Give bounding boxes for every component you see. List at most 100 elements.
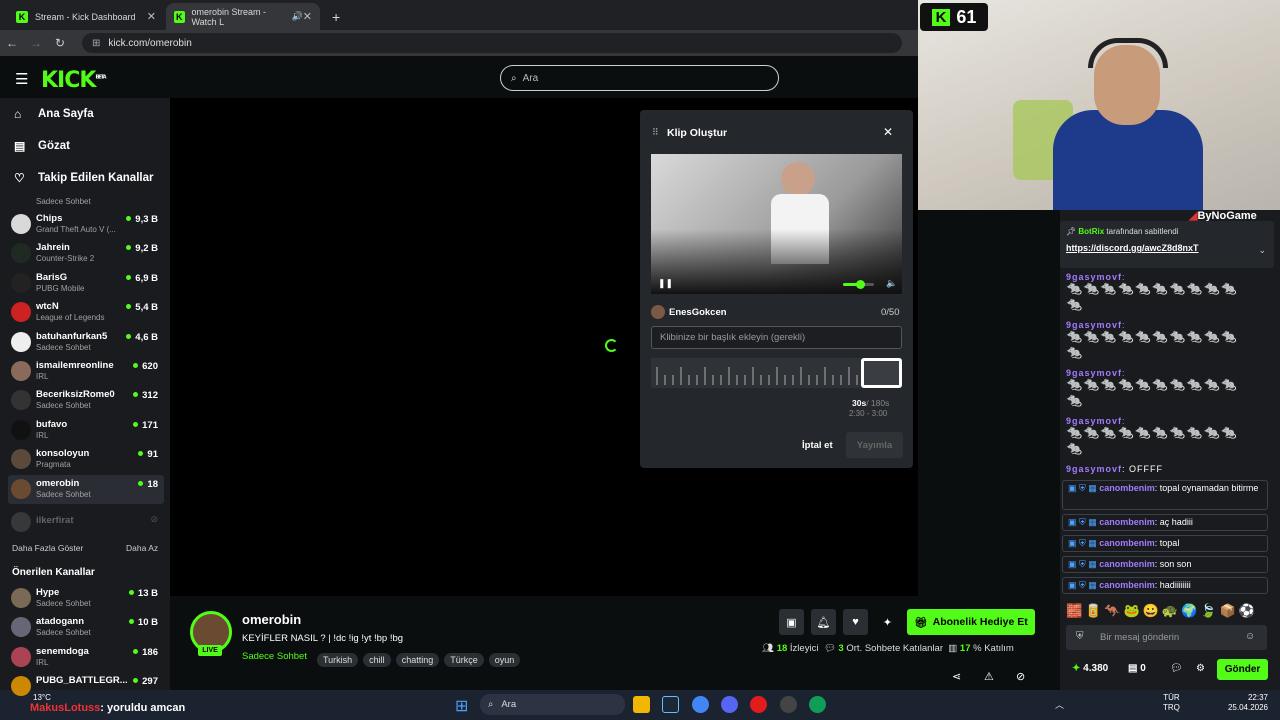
app-icon[interactable] <box>780 696 797 713</box>
nav-following[interactable]: ♡ Takip Edilen Kanallar <box>14 171 153 185</box>
language-indicator[interactable]: TÜR TRQ <box>1163 693 1180 713</box>
share-icon[interactable]: ⋖ <box>952 670 961 683</box>
close-tab-icon[interactable]: ✕ <box>303 10 312 23</box>
sidebar-channel[interactable]: PUBG_BATTLEGR... 297 <box>8 672 164 701</box>
clock[interactable]: 22:37 25.04.2026 <box>1222 693 1268 713</box>
chrome-icon[interactable] <box>692 696 709 713</box>
chat-line: 9gasymovf: OFFFF <box>1066 461 1163 477</box>
sidebar-channel[interactable]: Hype Sadece Sohbet 13 B <box>8 584 164 613</box>
gear-icon[interactable]: ⚙ <box>1196 663 1205 674</box>
chat-username[interactable]: canombenim <box>1099 580 1155 590</box>
emote-bar[interactable]: 🧱🥫🦘🐸😀🐢🌍🍃📦⚽ <box>1066 603 1258 619</box>
sparkle-icon[interactable]: ✦ <box>875 609 900 635</box>
stream-tag[interactable]: Turkish <box>317 653 359 667</box>
stream-tag[interactable]: Türkçe <box>444 653 484 667</box>
sidebar-channel[interactable]: atadogann Sadece Sohbet 10 B <box>8 613 164 642</box>
new-tab-button[interactable]: + <box>324 3 344 30</box>
file-explorer-icon[interactable] <box>633 696 650 713</box>
chat-username[interactable]: canombenim <box>1099 559 1155 569</box>
opera-icon[interactable] <box>750 696 767 713</box>
url-field[interactable]: ⊞ kick.com/omerobin <box>82 33 902 53</box>
clip-modal-title: Klip Oluştur <box>667 127 728 139</box>
clip-preview-video[interactable] <box>651 154 902 294</box>
tab-dashboard[interactable]: K Stream - Kick Dashboard ✕ <box>8 3 164 30</box>
sidebar-channel[interactable]: Jahrein Counter-Strike 2 9,2 B <box>8 239 164 268</box>
gifts-display[interactable]: ▤ 0 <box>1128 663 1146 674</box>
emoji-icon[interactable]: ☺ <box>1245 631 1255 642</box>
stream-category[interactable]: Sadece Sohbet <box>242 651 307 662</box>
steam-icon[interactable] <box>662 696 679 713</box>
menu-icon[interactable]: ☰ <box>15 70 28 88</box>
offline-channel[interactable]: ilkerfirat ⊘ <box>8 509 164 538</box>
pinned-link[interactable]: https://discord.gg/awcZ8d8nxT <box>1066 243 1199 253</box>
heart-icon: ♡ <box>14 171 25 185</box>
stream-tag[interactable]: chill <box>363 653 391 667</box>
cancel-button[interactable]: İptal et <box>802 440 833 451</box>
windows-start-icon[interactable]: ⊞ <box>455 696 468 716</box>
back-icon[interactable]: ← <box>0 36 24 50</box>
chat-username[interactable]: canombenim <box>1099 517 1155 527</box>
publish-button[interactable]: Yayımla <box>846 432 903 458</box>
sidebar-channel[interactable]: BeceriksizRome0 Sadece Sohbet 312 <box>8 386 164 415</box>
sidebar-channel[interactable]: ismailemreonline IRL 620 <box>8 357 164 386</box>
volume-icon[interactable]: 🔈 <box>886 278 897 289</box>
tray-chevron-icon[interactable]: ︿ <box>1055 698 1064 711</box>
live-badge: LIVE <box>198 645 222 656</box>
drag-handle-icon[interactable]: ⠿ <box>652 127 659 138</box>
emote-row: 🐀 <box>1066 344 1084 359</box>
notification-bell-icon[interactable]: 🔔︎ <box>811 609 836 635</box>
speaker-icon[interactable]: 🔊 <box>292 11 303 22</box>
channel-name: Chips <box>36 213 63 224</box>
report-icon[interactable]: ⚠ <box>984 670 994 683</box>
sidebar-channel[interactable]: omerobin Sadece Sohbet 18 <box>8 474 164 504</box>
search-input[interactable]: ⌕ Ara <box>500 65 779 91</box>
kick-k-icon: K <box>931 8 951 26</box>
sidebar-channel[interactable]: batuhanfurkan5 Sadece Sohbet 4,6 B <box>8 328 164 357</box>
volume-slider[interactable] <box>843 280 874 289</box>
hide-icon[interactable]: ⊘ <box>1016 670 1025 683</box>
taskbar-search[interactable]: ⌕ Ara <box>480 694 625 715</box>
sidebar-channel[interactable]: senemdoga IRL 186 <box>8 643 164 672</box>
forward-icon[interactable]: → <box>24 36 48 50</box>
send-button[interactable]: Gönder <box>1217 659 1268 680</box>
url-text: kick.com/omerobin <box>108 37 192 49</box>
chat-username[interactable]: canombenim <box>1099 538 1155 548</box>
edge-icon[interactable] <box>809 696 826 713</box>
follow-heart-icon[interactable]: ♥ <box>843 609 868 635</box>
volume-knob[interactable] <box>856 280 866 289</box>
offline-icon: ⊘ <box>150 514 158 524</box>
chat-input[interactable]: Bir mesaj gönderin <box>1066 625 1267 650</box>
sidebar-channel[interactable]: bufavo IRL 171 <box>8 416 164 445</box>
show-less-link[interactable]: Daha Az <box>126 543 158 553</box>
close-icon[interactable]: ✕ <box>883 125 893 139</box>
sidebar-channel[interactable]: BarisG PUBG Mobile 6,9 B <box>8 269 164 298</box>
site-info-icon[interactable]: ⊞ <box>92 38 100 49</box>
gift-subscription-button[interactable]: 🎁︎ Abonelik Hediye Et <box>907 609 1035 635</box>
chat-username[interactable]: 9gasymovf <box>1066 464 1122 474</box>
nav-home[interactable]: ⌂ Ana Sayfa <box>14 107 94 121</box>
sidebar-channel[interactable]: Chips Grand Theft Auto V (... 9,3 B <box>8 210 164 239</box>
chat-bubble-icon[interactable]: 💬︎ <box>1170 663 1183 674</box>
nav-browse[interactable]: ▤ Gözat <box>14 139 70 153</box>
chat-username[interactable]: canombenim <box>1099 483 1155 493</box>
clip-button[interactable]: ▣ <box>779 609 804 635</box>
sidebar-channel[interactable]: konsoloyun Pragmata 91 <box>8 445 164 474</box>
avatar <box>11 361 31 381</box>
clip-range-handle[interactable] <box>861 358 902 388</box>
points-display[interactable]: ✦ 4.380 <box>1072 663 1108 674</box>
sidebar-channel[interactable]: wtcN League of Legends 5,4 B <box>8 298 164 327</box>
channel-name[interactable]: omerobin <box>242 612 301 627</box>
pause-icon[interactable]: ❚❚ <box>658 278 673 289</box>
show-more-link[interactable]: Daha Fazla Göster <box>12 543 83 553</box>
clock-date: 25.04.2026 <box>1227 703 1268 712</box>
discord-icon[interactable] <box>721 696 738 713</box>
close-tab-icon[interactable]: ✕ <box>147 10 156 23</box>
clip-title-input[interactable]: Klibinize bir başlık ekleyin (gerekli) <box>651 326 902 349</box>
stream-tag[interactable]: chatting <box>395 653 440 667</box>
chevron-down-icon[interactable]: ⌄ <box>1258 245 1266 256</box>
tab-stream[interactable]: K omerobin Stream - Watch L 🔊 ✕ <box>166 3 320 30</box>
kick-favicon-icon: K <box>174 10 185 23</box>
reload-icon[interactable]: ↻ <box>48 36 72 50</box>
stream-tag[interactable]: oyun <box>488 653 521 667</box>
kick-logo[interactable]: KICKBETA <box>41 68 107 93</box>
